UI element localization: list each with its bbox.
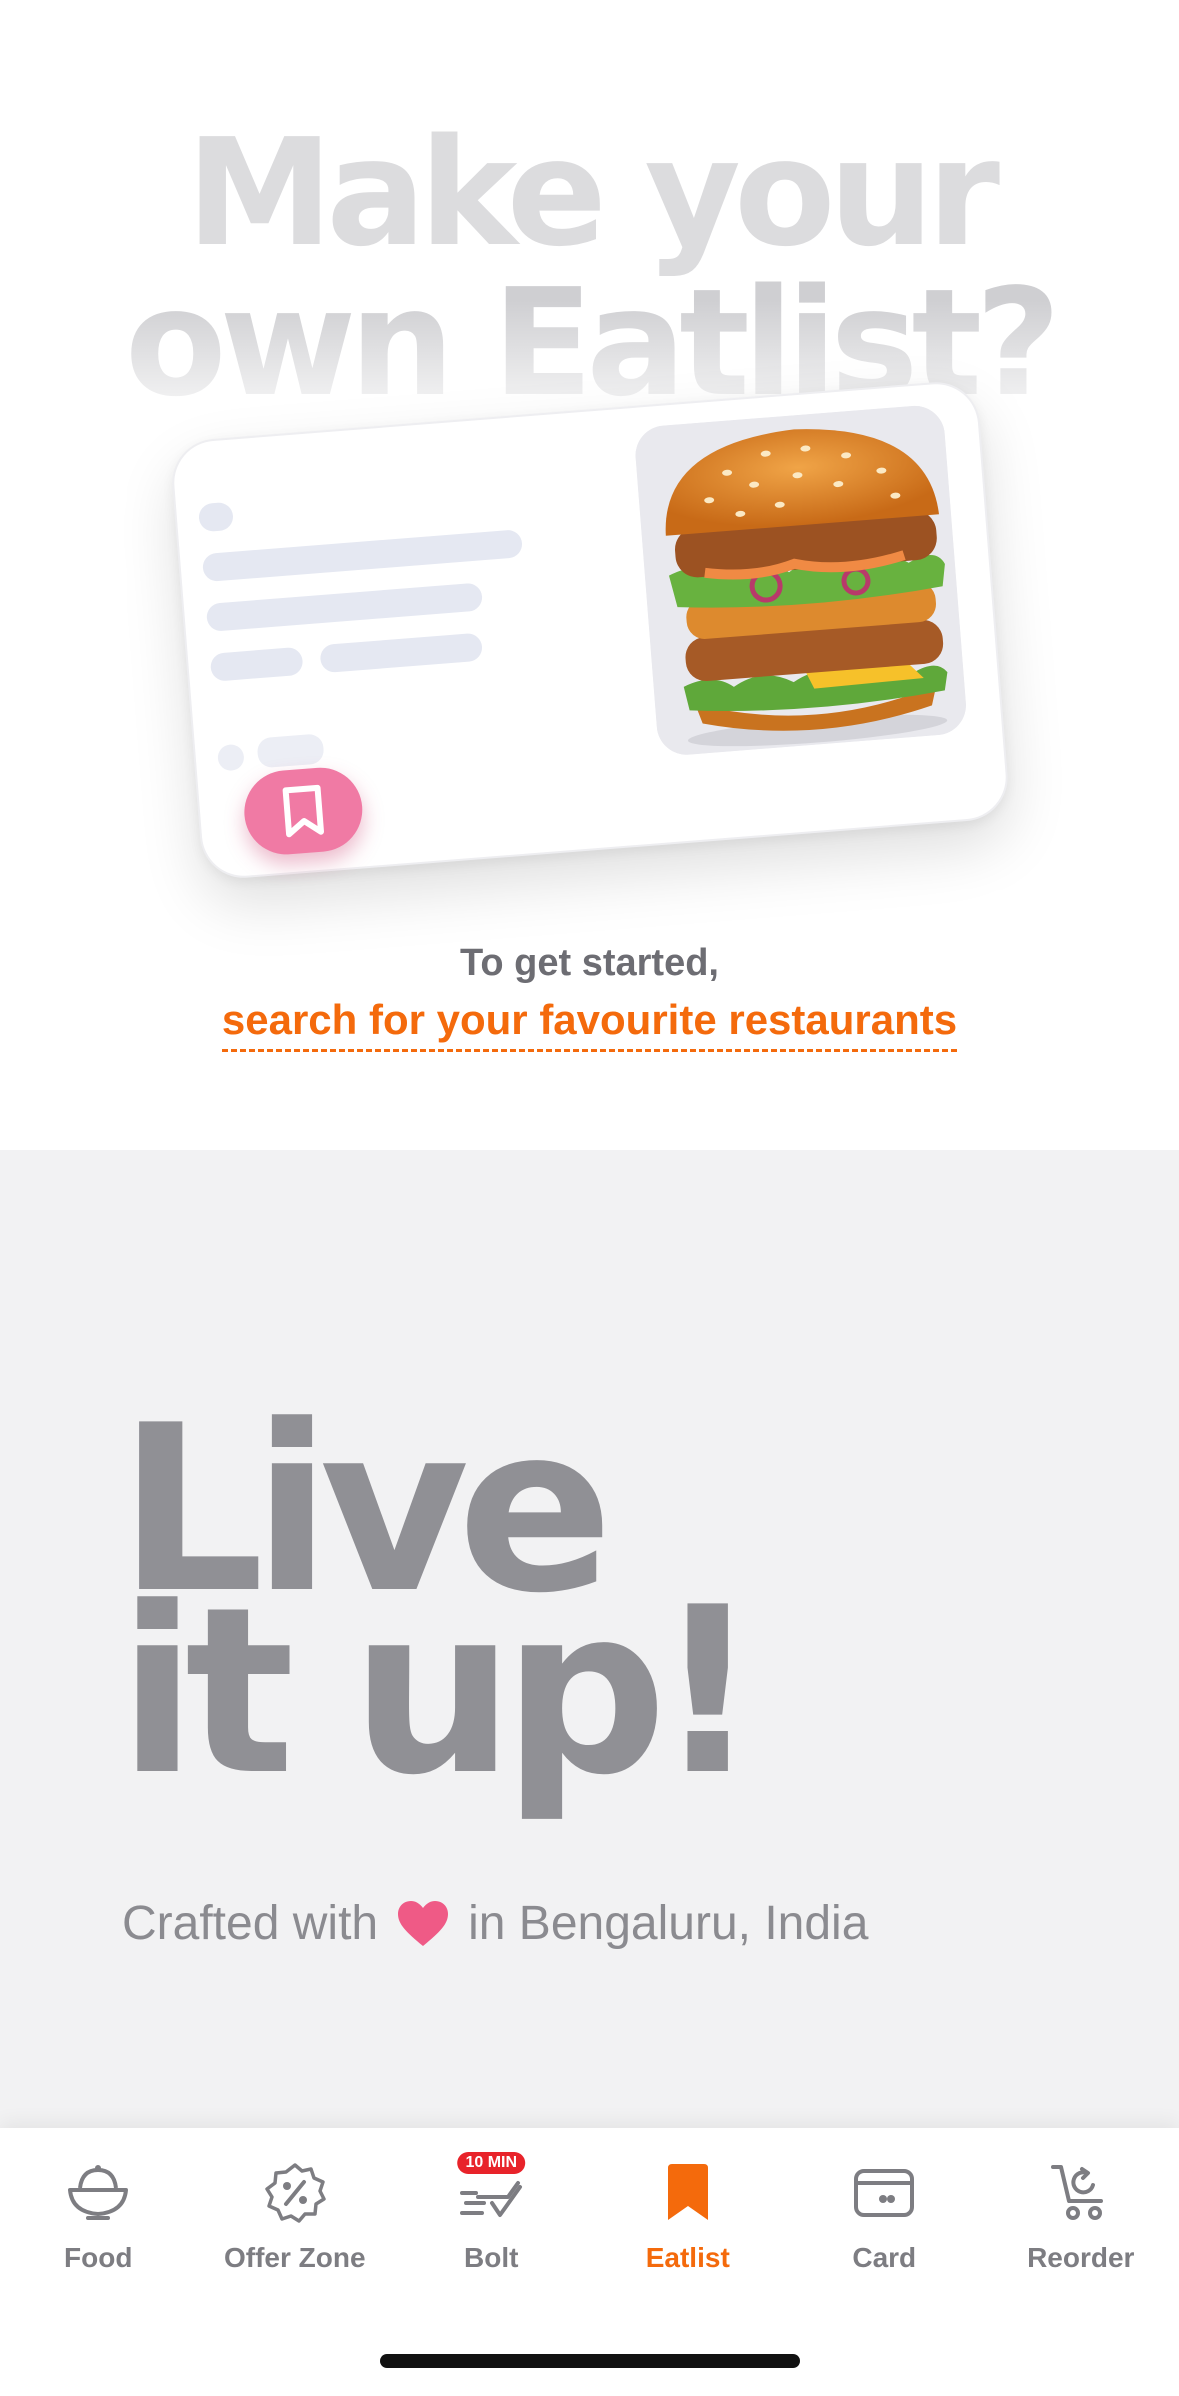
tab-food-label: Food: [64, 2242, 133, 2273]
crafted-in-text: Crafted with in Bengaluru, India: [122, 1896, 868, 1951]
cta-intro-text: To get started,: [460, 942, 719, 984]
skeleton-line: [209, 646, 304, 682]
headline-fade: [0, 300, 1179, 420]
crafted-suffix: in Bengaluru, India: [468, 1897, 869, 1950]
tab-eatlist-label: Eatlist: [645, 2242, 730, 2273]
eatlist-empty-state: Make your own Eatlist?: [0, 0, 1179, 1150]
skeleton-line: [201, 529, 524, 583]
footer-tagline: Live it up!: [118, 1396, 760, 1826]
bolt-time-badge: 10 MIN: [457, 2152, 526, 2174]
skeleton-rating: [256, 733, 325, 769]
tab-eatlist[interactable]: Eatlist: [590, 2128, 787, 2288]
food-bowl-icon: [68, 2165, 129, 2220]
search-restaurants-link-text[interactable]: search for your favourite restaurants: [221, 996, 958, 1052]
bookmark-badge: [241, 764, 366, 858]
skeleton-dot: [197, 501, 235, 533]
home-indicator[interactable]: [380, 2354, 800, 2368]
bookmark-icon: [667, 2164, 708, 2220]
skeleton-line: [319, 632, 484, 674]
card-icon: [854, 2169, 915, 2217]
tab-card[interactable]: Card: [786, 2128, 983, 2288]
brand-footer: Live it up! Crafted with in Bengaluru, I…: [0, 1150, 1179, 2130]
eatlist-preview-card: [168, 378, 1012, 882]
bottom-tab-bar: Food Offer Zone 10 MIN Bolt Eatlist Card…: [0, 2128, 1179, 2396]
footer-tagline-line-2: it up!: [118, 1559, 760, 1826]
tab-reorder[interactable]: Reorder: [983, 2128, 1179, 2288]
tab-reorder-label: Reorder: [1027, 2242, 1135, 2273]
tab-offer-zone[interactable]: Offer Zone: [197, 2128, 394, 2288]
tab-offer-zone-label: Offer Zone: [223, 2242, 366, 2273]
tab-bolt[interactable]: 10 MIN Bolt: [393, 2128, 590, 2288]
crafted-prefix: Crafted with: [122, 1897, 379, 1950]
offer-badge-icon: [265, 2163, 326, 2223]
tab-bolt-label: Bolt: [464, 2242, 519, 2273]
tab-card-label: Card: [852, 2242, 917, 2273]
skeleton-star: [216, 743, 245, 772]
reorder-cart-icon: [1050, 2165, 1103, 2220]
headline-line-1: Make your: [185, 107, 1000, 279]
search-restaurants-link[interactable]: search for your favourite restaurants: [0, 996, 1179, 1052]
skeleton-line: [205, 582, 484, 632]
bookmark-outline-icon: [282, 784, 324, 838]
burger-image: [633, 403, 969, 757]
heart-icon: [398, 1900, 449, 1946]
tab-food[interactable]: Food: [0, 2128, 197, 2288]
